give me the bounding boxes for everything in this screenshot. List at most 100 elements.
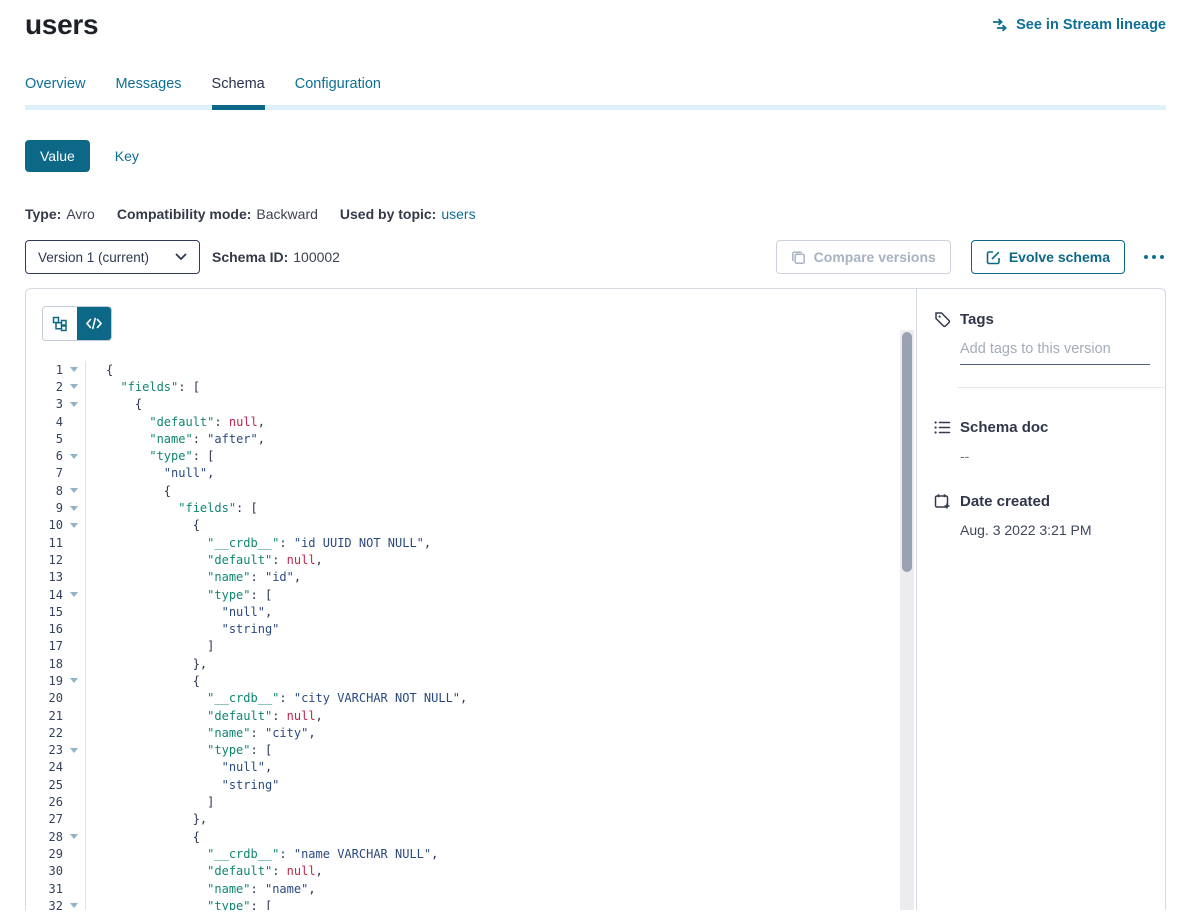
fold-gutter — [63, 845, 86, 862]
schema-view-toggle — [42, 306, 112, 341]
fold-toggle-icon[interactable] — [63, 672, 86, 689]
code-line: 2 "fields": [ — [26, 378, 916, 395]
fold-toggle-icon[interactable] — [63, 517, 86, 534]
code-text: { — [86, 484, 171, 498]
line-number: 10 — [26, 518, 63, 532]
fold-gutter — [63, 465, 86, 482]
fold-gutter — [63, 413, 86, 430]
code-line: 18 }, — [26, 655, 916, 672]
stream-lineage-icon — [992, 18, 1009, 32]
type-value: Avro — [66, 206, 95, 222]
code-line: 7 "null", — [26, 465, 916, 482]
schema-doc-title: Schema doc — [960, 419, 1048, 436]
code-view-button[interactable] — [77, 307, 111, 340]
line-number: 11 — [26, 536, 63, 550]
line-number: 8 — [26, 484, 63, 498]
fold-toggle-icon[interactable] — [63, 499, 86, 516]
used-by-topic-label: Used by topic: — [340, 206, 436, 222]
meta-used-by-topic: Used by topic: users — [340, 206, 476, 222]
topic-link[interactable]: users — [441, 206, 475, 222]
code-line: 17 ] — [26, 638, 916, 655]
code-line: 32 "type": [ — [26, 897, 916, 910]
line-number: 21 — [26, 709, 63, 723]
code-line: 19 { — [26, 672, 916, 689]
value-toggle-button[interactable]: Value — [25, 140, 90, 172]
compare-copy-icon — [791, 250, 806, 265]
line-number: 5 — [26, 432, 63, 446]
fold-toggle-icon[interactable] — [63, 742, 86, 759]
fold-gutter — [63, 690, 86, 707]
line-number: 18 — [26, 657, 63, 671]
scrollbar-thumb[interactable] — [902, 332, 912, 572]
fold-toggle-icon[interactable] — [63, 828, 86, 845]
evolve-schema-button[interactable]: Evolve schema — [971, 240, 1125, 274]
compare-versions-button[interactable]: Compare versions — [776, 240, 951, 274]
key-toggle-button[interactable]: Key — [115, 148, 139, 164]
fold-toggle-icon[interactable] — [63, 897, 86, 910]
code-line: 27 }, — [26, 811, 916, 828]
code-text: "default": null, — [86, 415, 265, 429]
code-text: "__crdb__": "name VARCHAR NULL", — [86, 847, 438, 861]
see-in-stream-lineage-link[interactable]: See in Stream lineage — [992, 17, 1166, 33]
evolve-schema-label: Evolve schema — [1009, 249, 1110, 265]
meta-compatibility: Compatibility mode:Backward — [117, 206, 318, 222]
tab-schema[interactable]: Schema — [212, 76, 265, 110]
lineage-link-label: See in Stream lineage — [1016, 17, 1166, 33]
date-created-header: Date created — [934, 493, 1149, 510]
code-line: 9 "fields": [ — [26, 499, 916, 516]
tags-title: Tags — [960, 311, 994, 328]
fold-toggle-icon[interactable] — [63, 482, 86, 499]
fold-toggle-icon[interactable] — [63, 361, 86, 378]
line-number: 12 — [26, 553, 63, 567]
code-line: 12 "default": null, — [26, 551, 916, 568]
scrollbar-track[interactable] — [900, 330, 914, 910]
tab-overview[interactable]: Overview — [25, 76, 85, 110]
version-controls: Version 1 (current) Schema ID:100002 Com… — [25, 240, 1166, 274]
line-number: 9 — [26, 501, 63, 515]
schema-code-viewer: 1{2 "fields": [3 {4 "default": null,5 "n… — [26, 361, 916, 910]
fold-gutter — [63, 430, 86, 447]
code-line: 30 "default": null, — [26, 863, 916, 880]
code-line: 5 "name": "after", — [26, 430, 916, 447]
code-text: "string" — [86, 622, 279, 636]
code-line: 26 ] — [26, 793, 916, 810]
code-line: 29 "__crdb__": "name VARCHAR NULL", — [26, 845, 916, 862]
tab-configuration[interactable]: Configuration — [295, 76, 381, 110]
tags-section-header: Tags — [934, 311, 1149, 328]
fold-gutter — [63, 863, 86, 880]
fold-toggle-icon[interactable] — [63, 447, 86, 464]
line-number: 15 — [26, 605, 63, 619]
more-options-button[interactable] — [1142, 249, 1166, 265]
version-select[interactable]: Version 1 (current) — [25, 240, 200, 274]
code-line: 21 "default": null, — [26, 707, 916, 724]
code-line: 11 "__crdb__": "id UUID NOT NULL", — [26, 534, 916, 551]
fold-gutter — [63, 603, 86, 620]
code-text: { — [86, 397, 142, 411]
code-text: ] — [86, 795, 214, 809]
code-text: "type": [ — [86, 899, 272, 910]
code-line: 24 "null", — [26, 759, 916, 776]
fold-toggle-icon[interactable] — [63, 586, 86, 603]
fold-gutter — [63, 638, 86, 655]
code-text: }, — [86, 812, 207, 826]
schema-id: Schema ID:100002 — [212, 249, 340, 265]
fold-toggle-icon[interactable] — [63, 396, 86, 413]
tab-messages[interactable]: Messages — [115, 76, 181, 110]
page-title: users — [25, 9, 98, 41]
line-number: 24 — [26, 760, 63, 774]
add-tags-input[interactable] — [960, 341, 1150, 365]
code-line: 25 "string" — [26, 776, 916, 793]
tree-view-icon — [52, 316, 68, 332]
code-text: "type": [ — [86, 588, 272, 602]
date-created-title: Date created — [960, 493, 1050, 510]
code-text: "default": null, — [86, 709, 323, 723]
code-text: "type": [ — [86, 449, 214, 463]
fold-toggle-icon[interactable] — [63, 378, 86, 395]
fold-gutter — [63, 880, 86, 897]
date-created-value: Aug. 3 2022 3:21 PM — [960, 522, 1149, 538]
code-line: 15 "null", — [26, 603, 916, 620]
code-text: { — [86, 363, 113, 377]
code-text: "name": "after", — [86, 432, 265, 446]
code-text: "fields": [ — [86, 380, 200, 394]
tree-view-button[interactable] — [43, 307, 77, 340]
